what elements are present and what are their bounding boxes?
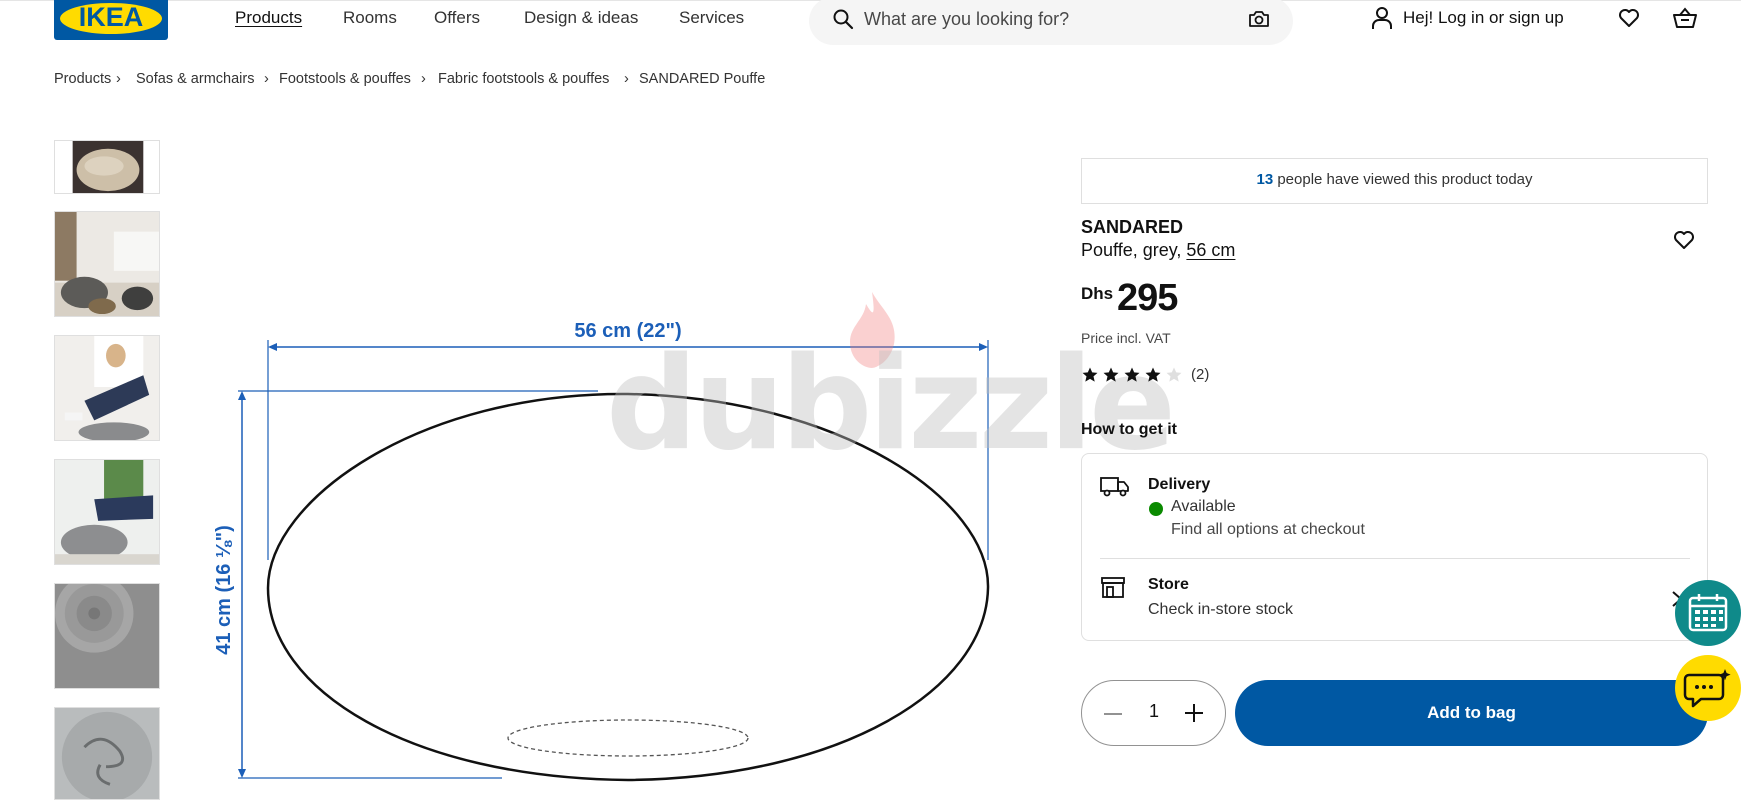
appointment-button[interactable]: [1675, 580, 1741, 646]
user-icon: [1372, 7, 1392, 29]
chevron-right-icon: ›: [264, 71, 269, 87]
minus-icon[interactable]: [1102, 703, 1124, 725]
price-currency: Dhs: [1081, 284, 1114, 303]
chevron-right-icon: ›: [116, 71, 121, 87]
thumbnail-3[interactable]: [54, 335, 160, 441]
arrow-down-icon: [238, 769, 246, 778]
star-filled-icon: [1145, 367, 1161, 382]
viewed-banner: 13 people have viewed this product today: [1081, 158, 1708, 204]
product-description: Pouffe, grey, 56 cm: [1081, 240, 1235, 261]
thumbnail-1[interactable]: [54, 140, 160, 194]
login-label[interactable]: Hej! Log in or sign up: [1403, 8, 1564, 28]
star-empty-icon: [1166, 367, 1182, 382]
vat-note: Price incl. VAT: [1081, 330, 1171, 346]
availability-box: Delivery Available Find all options at c…: [1081, 453, 1708, 641]
star-filled-icon: [1124, 367, 1140, 382]
breadcrumb-item[interactable]: Sofas & armchairs: [136, 71, 254, 87]
favourites-heart-icon[interactable]: [1617, 6, 1641, 30]
thumbnail-6[interactable]: [54, 707, 160, 800]
nav-item-products[interactable]: Products: [235, 8, 302, 28]
arrow-right-icon: [979, 343, 988, 351]
search-input[interactable]: [864, 6, 1224, 32]
quantity-stepper: 1: [1081, 680, 1226, 746]
how-to-get-it-heading: How to get it: [1081, 421, 1177, 438]
delivery-note: Find all options at checkout: [1171, 521, 1365, 538]
search-icon[interactable]: [831, 7, 855, 31]
chat-bubble-icon: [1683, 669, 1731, 708]
nav-item-services[interactable]: Services: [679, 8, 744, 28]
dimension-diagram: 56 cm (22") 41 cm (16 ⅛"): [213, 320, 990, 782]
arrow-left-icon: [268, 343, 277, 351]
pouffe-base-outline: [507, 719, 749, 757]
chat-button[interactable]: [1675, 655, 1741, 721]
product-desc-text: Pouffe, grey,: [1081, 240, 1187, 260]
arrow-up-icon: [238, 391, 246, 400]
product-size-link[interactable]: 56 cm: [1186, 240, 1235, 260]
logo-text: IKEA: [78, 2, 144, 32]
store-icon: [1101, 577, 1125, 598]
viewed-count: 13: [1256, 171, 1274, 188]
site-header: IKEA Products Rooms Offers Design & idea…: [0, 0, 1741, 45]
delivery-status: Available: [1171, 498, 1236, 515]
chevron-right-icon: ›: [624, 71, 629, 87]
breadcrumb-item[interactable]: Products: [54, 71, 111, 87]
plus-icon[interactable]: [1182, 701, 1206, 725]
thumbnail-5[interactable]: [54, 583, 160, 689]
store-stock-note[interactable]: Check in-store stock: [1148, 601, 1293, 619]
nav-item-design-ideas[interactable]: Design & ideas: [524, 8, 638, 28]
save-favourite-heart-icon[interactable]: [1672, 228, 1696, 252]
calendar-icon: [1688, 594, 1728, 632]
star-filled-icon: [1082, 367, 1098, 382]
add-to-bag-button[interactable]: Add to bag: [1235, 680, 1708, 746]
quantity-value[interactable]: 1: [1139, 701, 1169, 722]
star-filled-icon: [1103, 367, 1119, 382]
divider: [1100, 558, 1690, 559]
price-amount: 295: [1117, 277, 1178, 319]
truck-icon: [1100, 477, 1129, 497]
chevron-right-icon: ›: [421, 71, 426, 87]
review-count[interactable]: (2): [1191, 366, 1209, 383]
nav-item-rooms[interactable]: Rooms: [343, 8, 397, 28]
height-label: 41 cm (16 ⅛"): [213, 525, 235, 655]
width-label: 56 cm (22"): [574, 320, 681, 342]
store-title[interactable]: Store: [1148, 576, 1189, 594]
viewed-text: people have viewed this product today: [1273, 171, 1533, 188]
search-bar[interactable]: [809, 0, 1293, 45]
shopping-bag-icon[interactable]: [1672, 6, 1698, 30]
breadcrumb-item[interactable]: Footstools & pouffes: [279, 71, 411, 87]
product-name: SANDARED: [1081, 217, 1184, 237]
breadcrumb-current: SANDARED Pouffe: [639, 71, 766, 87]
breadcrumb-item[interactable]: Fabric footstools & pouffes: [438, 71, 609, 87]
ikea-logo[interactable]: IKEA: [54, 0, 168, 40]
delivery-title: Delivery: [1148, 476, 1211, 493]
camera-icon[interactable]: [1247, 7, 1271, 31]
thumbnail-2[interactable]: [54, 211, 160, 317]
available-status-dot: [1149, 502, 1163, 516]
thumbnail-4[interactable]: [54, 459, 160, 565]
pouffe-outline: [266, 392, 990, 782]
nav-item-offers[interactable]: Offers: [434, 8, 480, 28]
